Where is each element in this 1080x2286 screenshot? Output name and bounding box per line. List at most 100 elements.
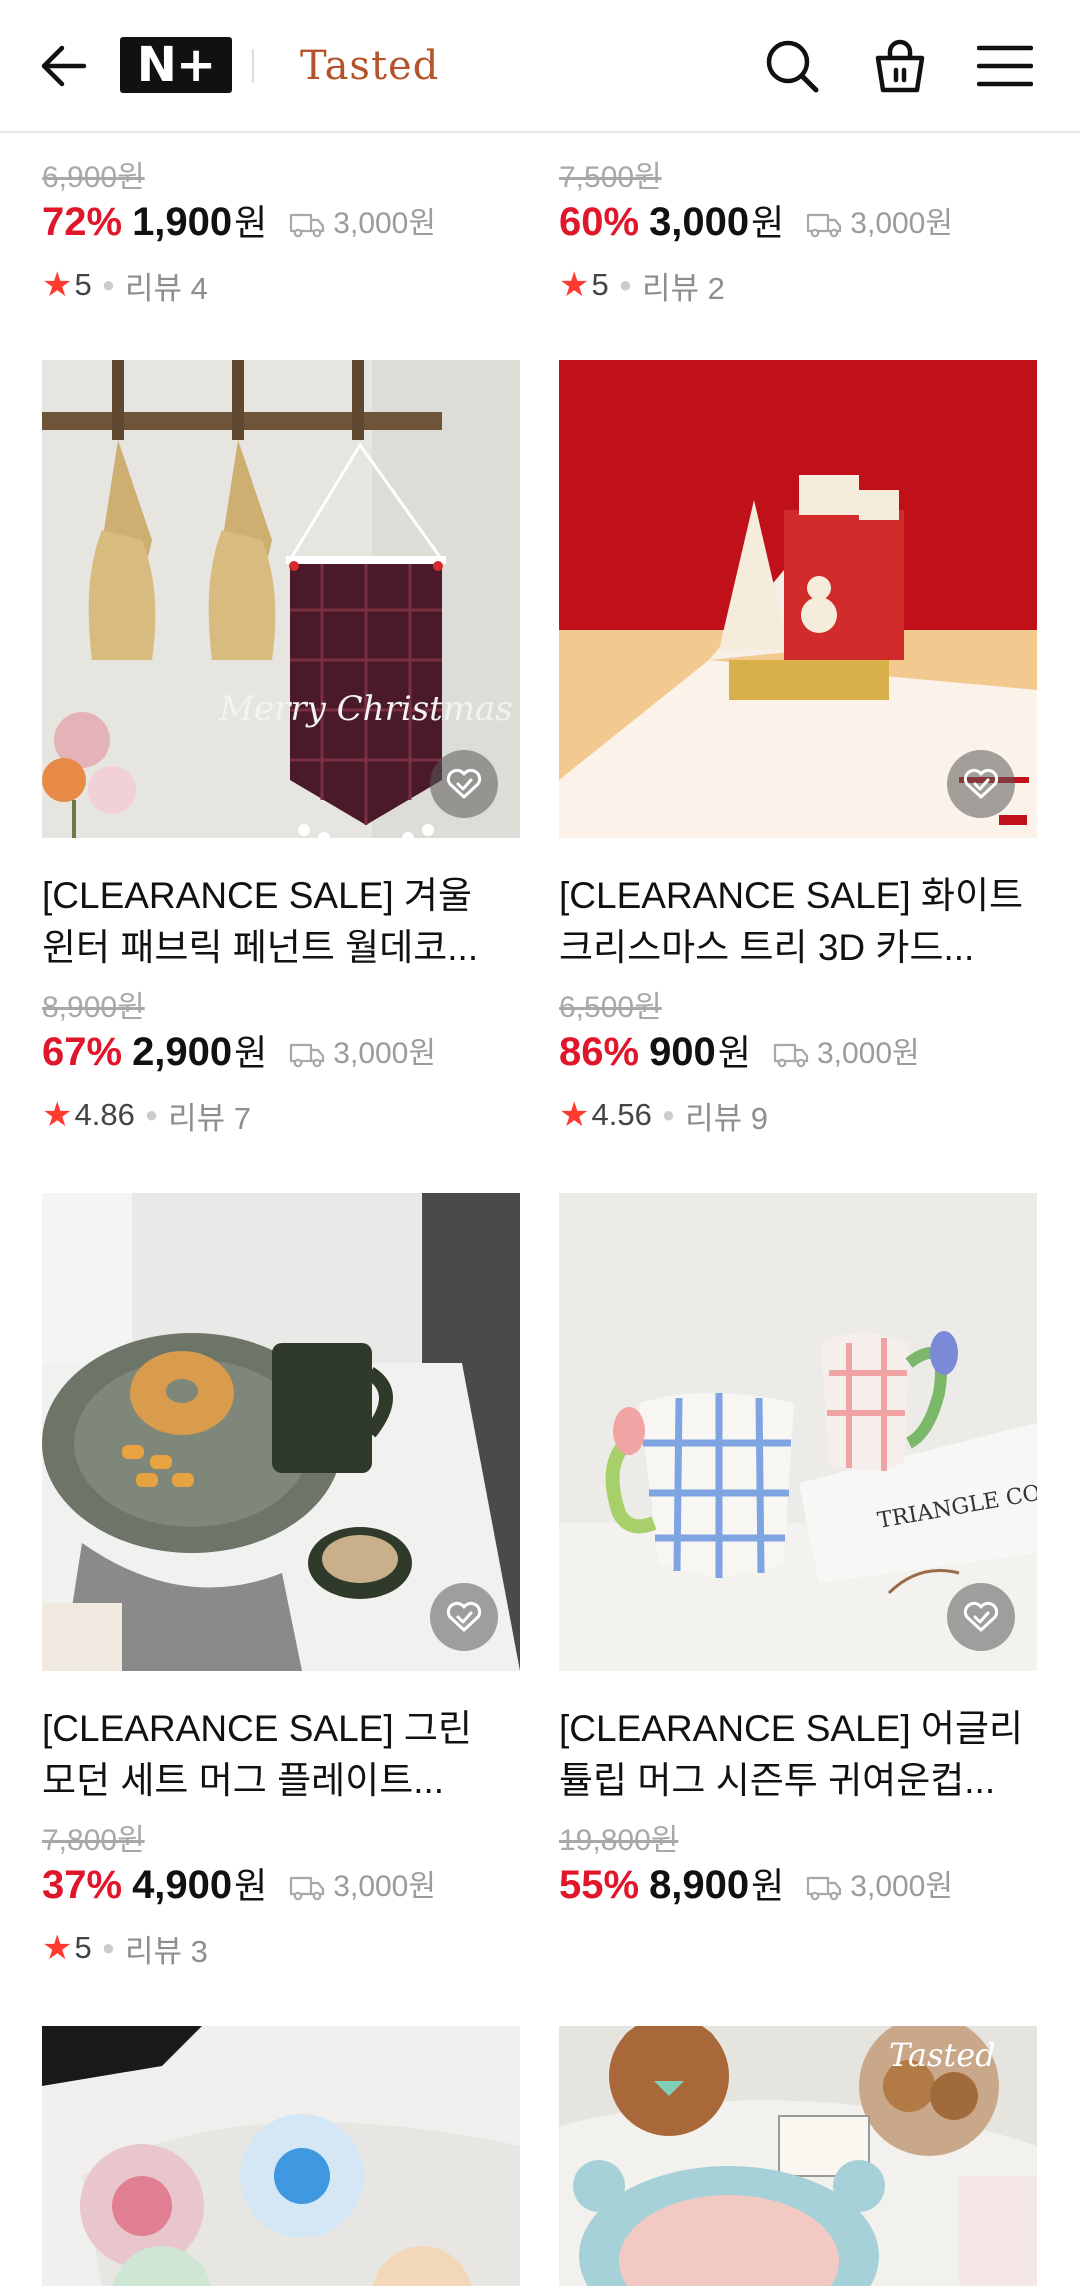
price-line: 37% 4,900 원 3,000원 [42,1857,436,1913]
discount-rate: 86% [559,1030,640,1074]
separator-dot: ● [101,1935,116,1960]
shipping-fee: 3,000원 [289,1861,436,1905]
product-image[interactable] [42,2026,520,2286]
product-image[interactable] [42,1193,520,1671]
product-title[interactable]: [CLEARANCE SALE] 화이트 크리스마스 트리 3D 카드... [559,870,1037,974]
rating-row: ★ 5 ● 리뷰 4 [42,262,208,308]
sale-price: 900 [649,1030,716,1074]
sale-price: 3,000 [649,200,750,244]
product-title[interactable]: [CLEARANCE SALE] 그린 모던 세트 머그 플레이트... [42,1703,520,1807]
product-title-line2: 윈터 패브릭 페넌트 월데코... [42,927,479,968]
separator-dot: ● [618,272,633,297]
product-title-line2: 튤립 머그 시즌투 귀여운컵... [559,1760,996,1801]
discount-rate: 37% [42,1863,123,1907]
discount-rate: 60% [559,200,640,244]
product-card[interactable]: [CLEARANCE SALE] 그린 모던 세트 머그 플레이트... 7,8… [42,1193,520,1973]
product-title-line1: [CLEARANCE SALE] 화이트 [559,875,1024,916]
rating-value: 4.86 [74,1097,135,1132]
discount-rate: 67% [42,1030,123,1074]
delivery-truck-icon [807,1876,842,1901]
hamburger-menu-icon [977,45,1033,87]
price-line: 86% 900 원 3,000원 [559,1024,920,1080]
product-title-line2: 크리스마스 트리 3D 카드... [559,927,975,968]
discount-rate: 55% [559,1863,640,1907]
product-card[interactable]: TRIANGLE CONSTR [CLEARANCE SALE] 어글리 튤립 … [559,1193,1037,1973]
banner-text: Merry Christmas [218,689,513,729]
currency-label: 원 [751,202,785,243]
price-line: 60% 3,000 원 3,000원 [559,194,953,250]
sale-price: 1,900 [132,200,233,244]
currency-label: 원 [234,1865,268,1906]
delivery-truck-icon [290,213,325,238]
shipping-fee-text: 3,000원 [333,1870,436,1903]
sale-price: 8,900 [649,1863,750,1907]
star-icon: ★ [42,1096,73,1134]
delivery-truck-icon [773,1043,809,1068]
search-button[interactable] [762,36,822,96]
product-title-line2: 모던 세트 머그 플레이트... [42,1760,445,1801]
top-nav-bar: N+ Tasted [0,0,1080,133]
review-count: 리뷰 9 [685,1100,769,1136]
product-title-line1: [CLEARANCE SALE] 어글리 [559,1708,1024,1749]
product-card[interactable] [42,2026,520,2286]
product-title-line1: [CLEARANCE SALE] 그린 [42,1708,472,1749]
separator-dot: ● [144,1102,159,1127]
price-line: 72% 1,900 원 3,000원 [42,194,436,250]
rating-value: 4.56 [591,1097,652,1132]
heart-check-icon [446,1601,482,1632]
rating-row: ★ 5 ● 리뷰 3 [42,1925,208,1971]
review-count: 리뷰 2 [642,270,725,306]
product-image[interactable]: Tasted [559,2026,1037,2286]
shipping-fee-text: 3,000원 [850,1870,953,1903]
heart-check-icon [446,768,482,799]
shipping-fee: 3,000원 [289,198,436,242]
star-icon: ★ [559,266,590,304]
product-title[interactable]: [CLEARANCE SALE] 어글리 튤립 머그 시즌투 귀여운컵... [559,1703,1037,1807]
product-card[interactable]: Tasted [559,2026,1037,2286]
original-price: 8,900원 [42,991,145,1024]
nplus-badge[interactable]: N+ [120,37,232,93]
wishlist-button[interactable] [430,1583,498,1651]
rating-value: 5 [74,267,92,302]
wishlist-button[interactable] [430,750,498,818]
menu-button[interactable] [975,36,1035,96]
separator-dot: ● [661,1102,676,1127]
search-icon [766,40,819,93]
original-price: 7,800원 [42,1824,145,1857]
review-count: 리뷰 7 [168,1100,252,1136]
arrow-left-icon [41,45,87,87]
rating-row: ★ 4.56 ● 리뷰 9 [559,1092,768,1138]
product-image[interactable]: TRIANGLE CONSTR [559,1193,1037,1671]
shipping-fee-text: 3,000원 [333,1037,436,1070]
shipping-fee-text: 3,000원 [850,207,953,240]
cart-button[interactable] [870,36,930,96]
shipping-fee: 3,000원 [773,1028,920,1072]
wishlist-button[interactable] [947,750,1015,818]
product-image[interactable]: Merry Christmas [42,360,520,838]
currency-label: 원 [234,1032,268,1073]
discount-rate: 72% [42,200,123,244]
coaster-photo [42,2026,520,2286]
shipping-fee-text: 3,000원 [333,207,436,240]
rating-row: ★ 4.86 ● 리뷰 7 [42,1092,251,1138]
header-divider [252,49,254,83]
rating-value: 5 [591,267,609,302]
product-image[interactable] [559,360,1037,838]
star-icon: ★ [42,1929,73,1967]
product-card[interactable]: Merry Christmas [CLEARANCE SALE] 겨울 윈터 패… [42,360,520,1140]
original-price: 6,900원 [42,161,145,194]
shipping-fee: 3,000원 [289,1028,436,1072]
back-button[interactable] [34,36,94,96]
original-price: 7,500원 [559,161,662,194]
delivery-truck-icon [290,1876,325,1901]
product-title[interactable]: [CLEARANCE SALE] 겨울 윈터 패브릭 페넌트 월데코... [42,870,520,974]
original-price: 6,500원 [559,991,662,1024]
original-price: 19,800원 [559,1824,679,1857]
product-card[interactable]: [CLEARANCE SALE] 화이트 크리스마스 트리 3D 카드... 6… [559,360,1037,1140]
wishlist-button[interactable] [947,1583,1015,1651]
rating-value: 5 [74,1930,92,1965]
currency-label: 원 [717,1032,751,1073]
sale-price: 2,900 [132,1030,233,1074]
heart-check-icon [963,768,999,799]
brand-logo[interactable]: Tasted [300,36,439,96]
